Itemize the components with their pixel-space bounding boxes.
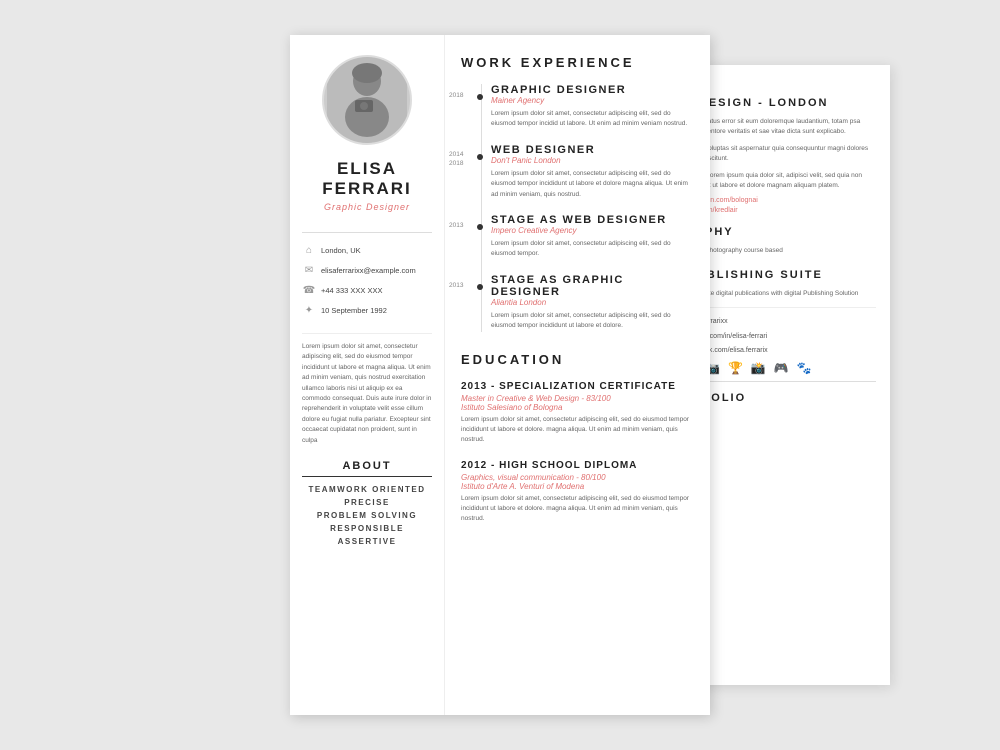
- timeline-dot-3: [477, 224, 483, 230]
- resume-main-page: ELISA FERRARI Graphic Designer ⌂ London,…: [290, 35, 710, 715]
- name-block: ELISA FERRARI Graphic Designer: [322, 159, 412, 212]
- job-item-1: 2018 GRAPHIC DESIGNER Mainer Agency Lore…: [491, 84, 694, 130]
- contact-phone: ☎ +44 333 XXX XXX: [302, 283, 432, 297]
- job-year-2: 2014 2018: [449, 150, 463, 168]
- bio-text: Lorem ipsum dolor sit amet, consectetur …: [302, 333, 432, 446]
- skill-item: RESPONSIBLE: [302, 524, 432, 533]
- resume-sidebar: ELISA FERRARI Graphic Designer ⌂ London,…: [290, 35, 445, 715]
- contact-phone-text: +44 333 XXX XXX: [321, 286, 383, 295]
- job-company-3: Impero Creative Agency: [491, 226, 694, 235]
- job-company-1: Mainer Agency: [491, 96, 694, 105]
- contact-email-text: elisaferrarixx@example.com: [321, 266, 416, 275]
- timeline-dot-1: [477, 94, 483, 100]
- resume-content: WORK EXPERIENCE 2018 GRAPHIC DESIGNER Ma…: [445, 35, 710, 715]
- edu-year-title-2: 2012 - HIGH SCHOOL DIPLOMA: [461, 460, 694, 471]
- education-section: 2013 - SPECIALIZATION CERTIFICATE Master…: [461, 381, 694, 525]
- job-year-1: 2018: [449, 92, 463, 99]
- calendar-icon: ✦: [302, 303, 316, 317]
- skill-item: PRECISE: [302, 498, 432, 507]
- edu-desc-1: Lorem ipsum dolor sit amet, consectetur …: [461, 415, 694, 446]
- job-desc-3: Lorem ipsum dolor sit amet, consectetur …: [491, 239, 694, 260]
- job-item-4: 2013 STAGE AS GRAPHIC DESIGNER Aliantia …: [491, 274, 694, 332]
- job-item-3: 2013 STAGE AS WEB DESIGNER Impero Creati…: [491, 214, 694, 260]
- job-desc-4: Lorem ipsum dolor sit amet, consectetur …: [491, 311, 694, 332]
- job-desc-2: Lorem ipsum dolor sit amet, consectetur …: [491, 169, 694, 200]
- skill-item: TEAMWORK ORIENTED: [302, 485, 432, 494]
- job-company-2: Don't Panic London: [491, 156, 694, 165]
- job-desc-1: Lorem ipsum dolor sit amet, consectetur …: [491, 109, 694, 130]
- skill-item: ASSERTIVE: [302, 537, 432, 546]
- work-timeline: 2018 GRAPHIC DESIGNER Mainer Agency Lore…: [461, 84, 694, 332]
- first-name: ELISA: [322, 159, 412, 179]
- job-item-2: 2014 2018 WEB DESIGNER Don't Panic Londo…: [491, 144, 694, 200]
- contact-email: ✉ elisaferrarixx@example.com: [302, 263, 432, 277]
- contact-location-text: London, UK: [321, 246, 361, 255]
- about-title: ABOUT: [302, 460, 432, 477]
- home-icon: ⌂: [302, 243, 316, 257]
- hobby-icon-7: 🐾: [797, 361, 812, 375]
- hobby-icon-6: 🎮: [774, 361, 789, 375]
- job-title: Graphic Designer: [322, 202, 412, 212]
- edu-desc-2: Lorem ipsum dolor sit amet, consectetur …: [461, 494, 694, 525]
- job-year-4: 2013: [449, 282, 463, 289]
- hobby-icon-5: 📸: [751, 361, 766, 375]
- job-company-4: Aliantia London: [491, 298, 694, 307]
- job-title-2: WEB DESIGNER: [491, 144, 694, 156]
- edu-year-title-1: 2013 - SPECIALIZATION CERTIFICATE: [461, 381, 694, 392]
- edu-subtitle-1: Master in Creative & Web Design - 83/100…: [461, 394, 694, 412]
- job-title-4: STAGE AS GRAPHIC DESIGNER: [491, 274, 694, 298]
- last-name: FERRARI: [322, 179, 412, 199]
- timeline-dot-4: [477, 284, 483, 290]
- about-section: ABOUT TEAMWORK ORIENTED PRECISE PROBLEM …: [302, 460, 432, 550]
- work-experience-title: WORK EXPERIENCE: [461, 55, 694, 72]
- contact-location: ⌂ London, UK: [302, 243, 432, 257]
- timeline-dot-2: [477, 154, 483, 160]
- education-title: EDUCATION: [461, 352, 694, 369]
- resume-wrapper: ELISA FERRARI Graphic Designer ⌂ London,…: [290, 35, 710, 715]
- email-icon: ✉: [302, 263, 316, 277]
- contact-list: ⌂ London, UK ✉ elisaferrarixx@example.co…: [302, 232, 432, 323]
- hobby-icon-4: 🏆: [728, 361, 743, 375]
- contact-dob: ✦ 10 September 1992: [302, 303, 432, 317]
- job-title-1: GRAPHIC DESIGNER: [491, 84, 694, 96]
- edu-item-2: 2012 - HIGH SCHOOL DIPLOMA Graphics, vis…: [461, 460, 694, 525]
- phone-icon: ☎: [302, 283, 316, 297]
- edu-item-1: 2013 - SPECIALIZATION CERTIFICATE Master…: [461, 381, 694, 446]
- skill-item: PROBLEM SOLVING: [302, 511, 432, 520]
- job-year-3: 2013: [449, 222, 463, 229]
- skills-list: TEAMWORK ORIENTED PRECISE PROBLEM SOLVIN…: [302, 485, 432, 546]
- contact-dob-text: 10 September 1992: [321, 306, 387, 315]
- job-title-3: STAGE AS WEB DESIGNER: [491, 214, 694, 226]
- avatar: [322, 55, 412, 145]
- edu-subtitle-2: Graphics, visual communication - 80/100 …: [461, 473, 694, 491]
